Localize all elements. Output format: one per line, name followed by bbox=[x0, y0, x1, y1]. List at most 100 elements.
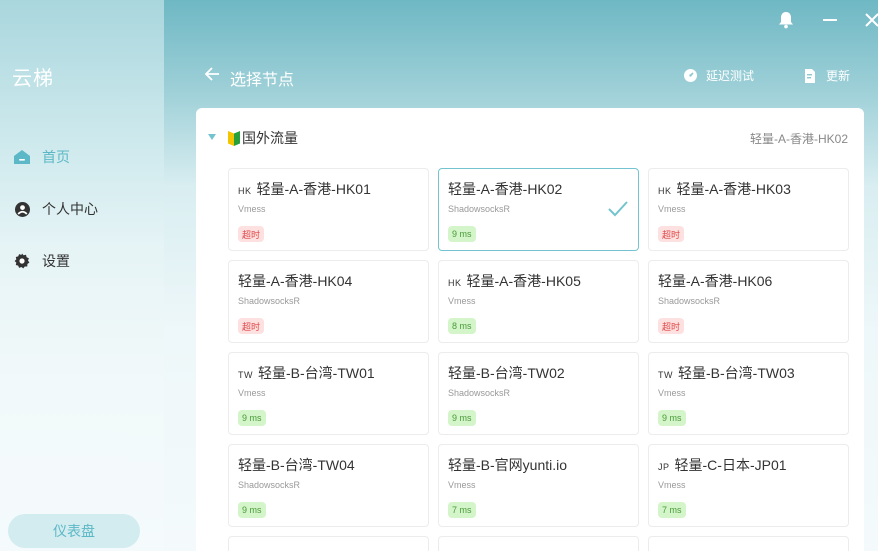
latency-badge: 7 ms bbox=[448, 502, 476, 518]
user-icon bbox=[14, 201, 30, 217]
latency-badge: 超时 bbox=[658, 318, 685, 334]
minimize-icon[interactable] bbox=[820, 10, 840, 30]
sidebar-item-settings[interactable]: 设置 bbox=[14, 249, 70, 273]
region-flag: JP bbox=[658, 462, 670, 472]
bell-icon[interactable] bbox=[776, 10, 796, 30]
node-name-row: HK 轻量-A-香港-HK01 bbox=[238, 179, 371, 199]
node-card[interactable] bbox=[228, 536, 429, 551]
latency-test-label: 延迟测试 bbox=[706, 69, 755, 83]
beginner-badge-icon bbox=[228, 130, 241, 146]
latency-badge: 9 ms bbox=[448, 226, 476, 242]
dashboard-button[interactable]: 仪表盘 bbox=[8, 514, 140, 548]
node-panel: 国外流量 轻量-A-香港-HK02 HK 轻量-A-香港-HK01 Vmess 超时轻… bbox=[196, 108, 864, 551]
node-protocol: Vmess bbox=[658, 480, 686, 490]
sidebar-item-label: 首页 bbox=[42, 149, 70, 165]
region-flag: HK bbox=[238, 186, 252, 196]
node-name-row: 轻量-A-香港-HK04 bbox=[238, 271, 352, 291]
close-icon[interactable] bbox=[862, 10, 878, 30]
back-arrow-icon[interactable] bbox=[204, 66, 224, 86]
node-protocol: Vmess bbox=[448, 480, 476, 490]
latency-badge: 超时 bbox=[658, 226, 685, 242]
home-icon bbox=[14, 149, 30, 165]
node-name: 轻量-B-台湾-TW01 bbox=[258, 365, 375, 381]
latency-badge: 7 ms bbox=[658, 502, 686, 518]
node-card[interactable]: 轻量-B-台湾-TW04 ShadowsocksR 9 ms bbox=[228, 444, 429, 527]
latency-badge: 9 ms bbox=[238, 410, 266, 426]
node-card[interactable]: 轻量-A-香港-HK02 ShadowsocksR 9 ms bbox=[438, 168, 639, 251]
node-name: 轻量-B-台湾-TW04 bbox=[238, 457, 355, 473]
node-card[interactable]: HK 轻量-A-香港-HK05 Vmess 8 ms bbox=[438, 260, 639, 343]
region-flag: TW bbox=[238, 370, 253, 380]
node-protocol: Vmess bbox=[238, 388, 266, 398]
app-title: 云梯 bbox=[12, 66, 54, 90]
node-protocol: ShadowsocksR bbox=[658, 296, 721, 306]
node-grid: HK 轻量-A-香港-HK01 Vmess 超时 轻量-A-香港-HK02 Shadows… bbox=[228, 168, 849, 527]
latency-badge: 超时 bbox=[238, 226, 265, 242]
group-header[interactable]: 国外流量 bbox=[208, 128, 298, 148]
group-selected-node: 轻量-A-香港-HK02 bbox=[749, 132, 848, 146]
node-name: 轻量-A-香港-HK06 bbox=[658, 273, 773, 289]
checkmark-icon bbox=[608, 201, 628, 219]
region-flag: HK bbox=[448, 278, 462, 288]
node-protocol: ShadowsocksR bbox=[238, 480, 301, 490]
latency-test-button[interactable]: 延迟测试 bbox=[684, 67, 754, 84]
node-protocol: Vmess bbox=[238, 204, 266, 214]
update-button[interactable]: 更新 bbox=[804, 67, 850, 84]
sidebar: 云梯 首页 个人中心 设置 仪表盘 bbox=[0, 0, 164, 551]
node-card[interactable]: 轻量-A-香港-HK06 ShadowsocksR 超时 bbox=[648, 260, 849, 343]
node-card[interactable] bbox=[648, 536, 849, 551]
node-protocol: ShadowsocksR bbox=[238, 296, 301, 306]
latency-badge: 9 ms bbox=[658, 410, 686, 426]
node-grid-next-row bbox=[228, 536, 849, 551]
node-name-row: TW 轻量-B-台湾-TW01 bbox=[238, 363, 375, 383]
node-name-row: 轻量-B-官网yunti.io bbox=[448, 455, 567, 475]
sidebar-item-label: 设置 bbox=[42, 253, 70, 269]
speed-icon bbox=[684, 68, 698, 83]
node-name: 轻量-B-台湾-TW02 bbox=[448, 365, 565, 381]
node-name-row: 轻量-B-台湾-TW04 bbox=[238, 455, 355, 475]
refresh-doc-icon bbox=[804, 68, 818, 83]
region-flag: TW bbox=[658, 370, 673, 380]
node-card[interactable]: TW 轻量-B-台湾-TW01 Vmess 9 ms bbox=[228, 352, 429, 435]
node-name-row: TW 轻量-B-台湾-TW03 bbox=[658, 363, 795, 383]
node-protocol: Vmess bbox=[658, 204, 686, 214]
node-name: 轻量-A-香港-HK02 bbox=[448, 181, 563, 197]
node-protocol: Vmess bbox=[448, 296, 476, 306]
node-card[interactable]: HK 轻量-A-香港-HK03 Vmess 超时 bbox=[648, 168, 849, 251]
node-card[interactable] bbox=[438, 536, 639, 551]
node-name-row: 轻量-B-台湾-TW02 bbox=[448, 363, 565, 383]
group-name: 国外流量 bbox=[242, 130, 298, 146]
node-name: 轻量-A-香港-HK05 bbox=[466, 273, 581, 289]
page-title: 选择节点 bbox=[230, 72, 295, 89]
region-flag: HK bbox=[658, 186, 672, 196]
node-name: 轻量-B-官网yunti.io bbox=[448, 457, 568, 473]
node-card[interactable]: 轻量-A-香港-HK04 ShadowsocksR 超时 bbox=[228, 260, 429, 343]
node-card[interactable]: 轻量-B-台湾-TW02 ShadowsocksR 9 ms bbox=[438, 352, 639, 435]
collapse-triangle-icon[interactable] bbox=[208, 134, 216, 142]
node-protocol: ShadowsocksR bbox=[448, 388, 511, 398]
node-name-row: 轻量-A-香港-HK02 bbox=[448, 179, 562, 199]
node-name: 轻量-A-香港-HK01 bbox=[256, 181, 371, 197]
node-name: 轻量-A-香港-HK03 bbox=[676, 181, 791, 197]
node-card[interactable]: HK 轻量-A-香港-HK01 Vmess 超时 bbox=[228, 168, 429, 251]
node-card[interactable]: TW 轻量-B-台湾-TW03 Vmess 9 ms bbox=[648, 352, 849, 435]
sidebar-item-profile[interactable]: 个人中心 bbox=[14, 197, 98, 221]
node-name-row: HK 轻量-A-香港-HK05 bbox=[448, 271, 581, 291]
sidebar-item-home[interactable]: 首页 bbox=[14, 145, 70, 169]
node-name: 轻量-C-日本-JP01 bbox=[674, 457, 787, 473]
node-card[interactable]: JP 轻量-C-日本-JP01 Vmess 7 ms bbox=[648, 444, 849, 527]
node-name: 轻量-A-香港-HK04 bbox=[238, 273, 353, 289]
sidebar-item-label: 个人中心 bbox=[42, 201, 98, 217]
latency-badge: 超时 bbox=[238, 318, 265, 334]
latency-badge: 9 ms bbox=[448, 410, 476, 426]
node-name-row: HK 轻量-A-香港-HK03 bbox=[658, 179, 791, 199]
node-name-row: 轻量-A-香港-HK06 bbox=[658, 271, 772, 291]
gear-icon bbox=[14, 253, 30, 269]
node-name-row: JP 轻量-C-日本-JP01 bbox=[658, 455, 787, 475]
node-protocol: ShadowsocksR bbox=[448, 204, 511, 214]
latency-badge: 8 ms bbox=[448, 318, 476, 334]
latency-badge: 9 ms bbox=[238, 502, 266, 518]
node-card[interactable]: 轻量-B-官网yunti.io Vmess 7 ms bbox=[438, 444, 639, 527]
node-name: 轻量-B-台湾-TW03 bbox=[678, 365, 795, 381]
node-protocol: Vmess bbox=[658, 388, 686, 398]
